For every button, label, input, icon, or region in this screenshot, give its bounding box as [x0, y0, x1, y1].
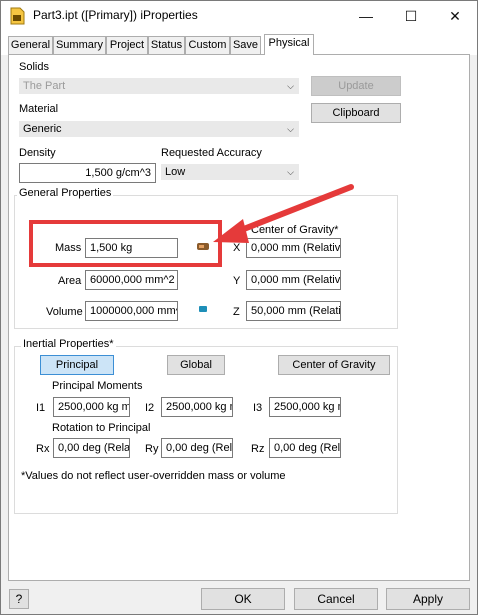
minimize-button[interactable]: — — [344, 1, 388, 31]
material-label: Material — [19, 103, 59, 115]
general-properties-label: General Properties — [17, 187, 114, 199]
material-dropdown[interactable]: Generic ⌵ — [19, 121, 299, 137]
chevron-down-icon: ⌵ — [287, 81, 294, 91]
ok-button[interactable]: OK — [201, 588, 285, 610]
tab-physical[interactable]: Physical — [264, 34, 314, 55]
i3-field[interactable]: 2500,000 kg mr — [269, 397, 341, 417]
apply-button[interactable]: Apply — [386, 588, 470, 610]
tab-status[interactable]: Status — [148, 36, 185, 54]
principal-moments-label: Principal Moments — [52, 380, 143, 392]
i1-field[interactable]: 2500,000 kg mr — [53, 397, 130, 417]
volume-label: Volume — [46, 306, 83, 318]
rx-label: Rx — [36, 443, 50, 455]
solids-label: Solids — [19, 61, 49, 73]
solids-dropdown[interactable]: The Part ⌵ — [19, 78, 299, 94]
principal-button[interactable]: Principal — [40, 355, 114, 375]
rx-field[interactable]: 0,00 deg (Relati — [53, 438, 130, 458]
i3-label: I3 — [253, 402, 263, 414]
accuracy-dropdown[interactable]: Low ⌵ — [161, 164, 299, 180]
ry-field[interactable]: 0,00 deg (Relati — [161, 438, 233, 458]
rz-field[interactable]: 0,00 deg (Relati — [269, 438, 341, 458]
tab-save[interactable]: Save — [230, 36, 261, 54]
chevron-down-icon: ⌵ — [287, 167, 294, 177]
density-field[interactable]: 1,500 g/cm^3 — [19, 163, 156, 183]
annotation-arrow-icon — [213, 184, 354, 243]
solids-value: The Part — [23, 80, 66, 92]
iproperties-dialog: Part3.ipt ([Primary]) iProperties — ☐ ✕ … — [0, 0, 478, 615]
tab-general[interactable]: General — [8, 36, 53, 54]
cog-y-field[interactable]: 0,000 mm (Relative E — [246, 270, 341, 290]
tab-summary[interactable]: Summary — [53, 36, 106, 54]
help-button[interactable]: ? — [9, 589, 29, 609]
volume-override-icon[interactable] — [198, 305, 208, 313]
rotation-to-principal-label: Rotation to Principal — [52, 422, 151, 434]
close-button[interactable]: ✕ — [433, 1, 477, 31]
volume-field[interactable]: 1000000,000 mm^3 — [85, 301, 178, 321]
window-title: Part3.ipt ([Primary]) iProperties — [33, 8, 198, 22]
maximize-button[interactable]: ☐ — [389, 1, 433, 31]
material-value: Generic — [23, 123, 62, 135]
clipboard-button[interactable]: Clipboard — [311, 103, 401, 123]
mass-highlight-box — [29, 220, 222, 267]
chevron-down-icon: ⌵ — [287, 124, 294, 134]
i1-label: I1 — [36, 402, 46, 414]
y-label: Y — [233, 275, 241, 287]
physical-panel: Solids The Part ⌵ Update Clipboard Mater… — [8, 54, 470, 581]
rz-label: Rz — [251, 443, 265, 455]
update-button[interactable]: Update — [311, 76, 401, 96]
i2-label: I2 — [145, 402, 155, 414]
cog-z-field[interactable]: 50,000 mm (Relative — [246, 301, 341, 321]
accuracy-value: Low — [165, 166, 186, 178]
tab-project[interactable]: Project — [106, 36, 148, 54]
global-button[interactable]: Global — [167, 355, 225, 375]
ry-label: Ry — [145, 443, 159, 455]
tab-custom[interactable]: Custom — [185, 36, 230, 54]
i2-field[interactable]: 2500,000 kg mr — [161, 397, 233, 417]
accuracy-label: Requested Accuracy — [161, 147, 262, 159]
footnote-text: *Values do not reflect user-overridden m… — [21, 470, 286, 482]
center-of-gravity-button[interactable]: Center of Gravity — [278, 355, 390, 375]
density-label: Density — [19, 147, 56, 159]
inventor-part-icon — [10, 7, 25, 25]
area-field[interactable]: 60000,000 mm^2 (R — [85, 270, 178, 290]
inertial-properties-label: Inertial Properties* — [21, 338, 116, 350]
cancel-button[interactable]: Cancel — [294, 588, 378, 610]
area-label: Area — [58, 275, 82, 287]
title-bar: Part3.ipt ([Primary]) iProperties — ☐ ✕ — [1, 1, 477, 31]
z-label: Z — [233, 306, 240, 318]
